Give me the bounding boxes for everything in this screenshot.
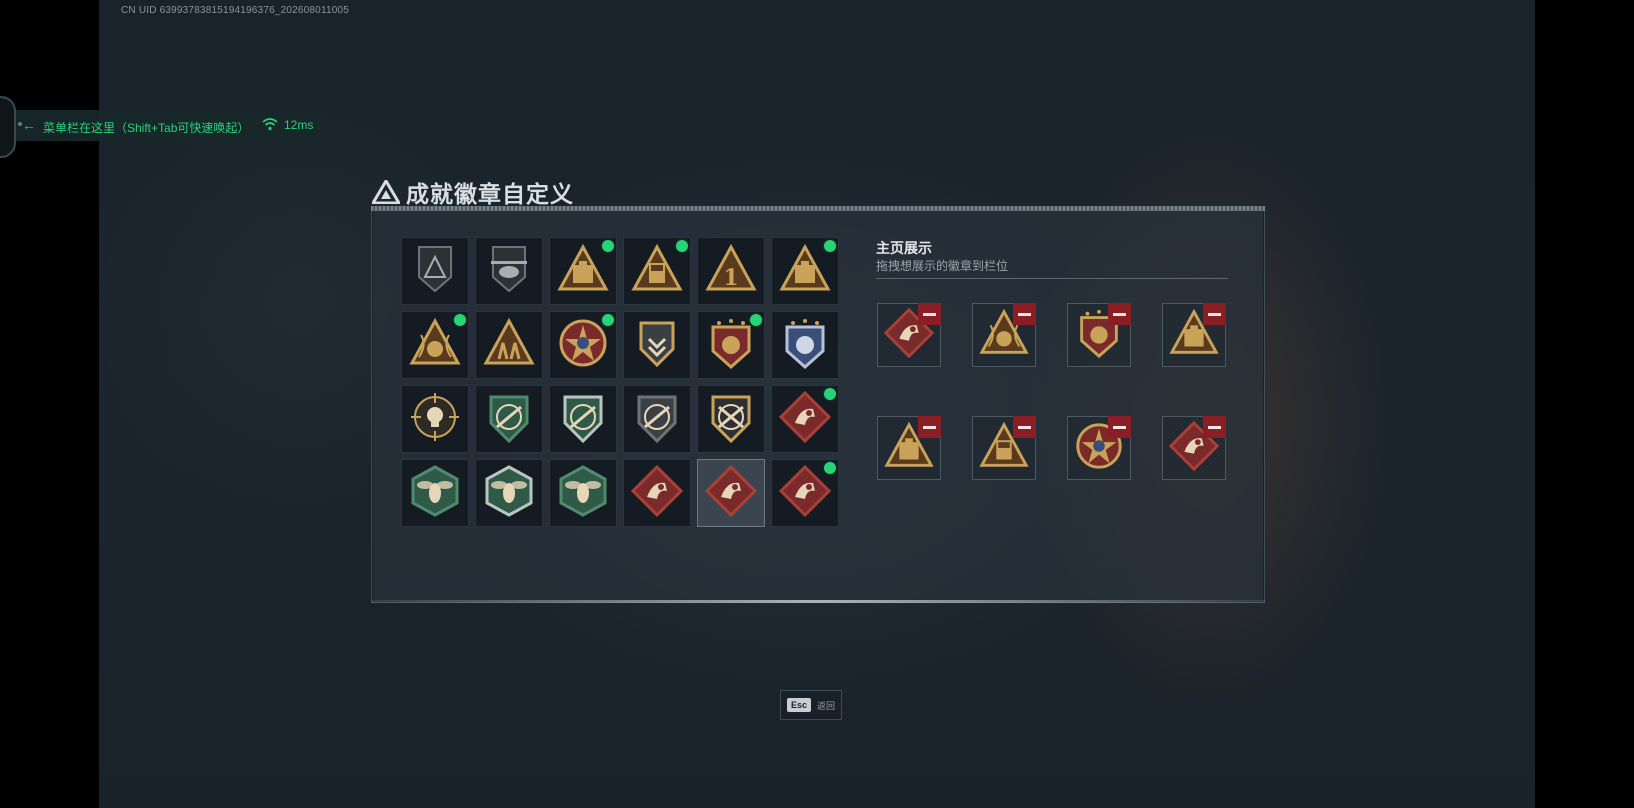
gold-triangle-soldiers-badge-icon <box>481 315 537 376</box>
showcase-slot[interactable] <box>1067 303 1131 367</box>
uid-text: CN UID 6399378381519419637​6_20260801100… <box>121 5 350 16</box>
red-diamond-dragon-selected-badge-icon <box>703 463 759 524</box>
badge-cell[interactable] <box>401 385 469 453</box>
new-badge-dot-icon <box>454 314 466 326</box>
badge-cell[interactable] <box>771 311 839 379</box>
gold-shield-chevron-badge-icon <box>629 315 685 376</box>
remove-badge-button[interactable] <box>1108 303 1131 325</box>
badge-cell[interactable] <box>475 459 543 527</box>
badge-cell[interactable] <box>697 459 765 527</box>
badge-cell[interactable] <box>623 237 691 305</box>
red-diamond-dragon-badge-icon <box>629 463 685 524</box>
green-hex-drone-badge-icon <box>555 463 611 524</box>
panel-bottom-border <box>371 600 1265 603</box>
green-shield-rifle-silver-badge-icon <box>555 389 611 450</box>
minus-icon <box>1208 425 1221 429</box>
remove-badge-button[interactable] <box>918 303 941 325</box>
page-header: 成就徽章自定义 <box>372 175 574 209</box>
back-label: 返回 <box>817 700 836 711</box>
remove-badge-button[interactable] <box>1108 416 1131 438</box>
new-badge-dot-icon <box>602 314 614 326</box>
showcase-title: 主页展示 <box>876 240 932 256</box>
gold-triangle-number-one-badge-icon: 1 <box>703 241 759 302</box>
remove-badge-button[interactable] <box>918 416 941 438</box>
minus-icon <box>1208 312 1221 316</box>
esc-key-icon: Esc <box>786 698 811 712</box>
showcase-slot[interactable] <box>1162 303 1226 367</box>
green-hex-wasp-silver-badge-icon <box>481 463 537 524</box>
gray-shield-rifle-badge-icon <box>629 389 685 450</box>
minus-icon <box>1018 425 1031 429</box>
badge-cell[interactable] <box>771 459 839 527</box>
blue-crest-lion-badge-icon <box>777 315 833 376</box>
showcase-slot[interactable] <box>1067 416 1131 480</box>
badge-cell[interactable] <box>771 237 839 305</box>
new-badge-dot-icon <box>824 388 836 400</box>
showcase-slot[interactable] <box>877 303 941 367</box>
menu-hint-text[interactable]: 菜单栏在这里（Shift+Tab可快速唤起） <box>43 119 249 136</box>
overlay-handle[interactable] <box>0 96 16 158</box>
arrow-left-icon[interactable]: ← <box>22 117 36 133</box>
minus-icon <box>923 312 936 316</box>
green-hex-wasp-badge-icon <box>407 463 463 524</box>
gray-triangle-shield-badge-icon <box>407 241 463 302</box>
badge-cell[interactable] <box>697 385 765 453</box>
ping-value: 12ms <box>284 118 314 132</box>
showcase-slot[interactable] <box>1162 416 1226 480</box>
remove-badge-button[interactable] <box>1013 416 1036 438</box>
badge-cell[interactable] <box>401 237 469 305</box>
badge-cell[interactable] <box>623 459 691 527</box>
panel-top-border <box>371 206 1265 211</box>
showcase-slot[interactable] <box>972 303 1036 367</box>
badge-cell[interactable] <box>549 385 617 453</box>
delta-logo-icon <box>372 180 400 204</box>
minus-icon <box>1113 312 1126 316</box>
new-badge-dot-icon <box>824 240 836 252</box>
badge-cell[interactable] <box>697 311 765 379</box>
badge-cell[interactable] <box>475 385 543 453</box>
badge-cell[interactable] <box>771 385 839 453</box>
new-badge-dot-icon <box>602 240 614 252</box>
remove-badge-button[interactable] <box>1203 416 1226 438</box>
back-button[interactable]: Esc 返回 <box>780 690 842 720</box>
badge-cell[interactable] <box>623 385 691 453</box>
minus-icon <box>923 425 936 429</box>
badge-cell[interactable] <box>401 459 469 527</box>
svg-text:1: 1 <box>723 265 738 291</box>
showcase-slot[interactable] <box>972 416 1036 480</box>
badge-cell[interactable] <box>623 311 691 379</box>
badge-cell[interactable] <box>549 459 617 527</box>
minus-icon <box>1018 312 1031 316</box>
badge-cell[interactable] <box>549 311 617 379</box>
remove-badge-button[interactable] <box>1203 303 1226 325</box>
helicopter-badge-icon <box>481 241 537 302</box>
new-badge-dot-icon <box>750 314 762 326</box>
badge-cell[interactable] <box>475 237 543 305</box>
showcase-divider <box>876 278 1228 279</box>
badge-cell[interactable] <box>549 237 617 305</box>
skull-crosshair-badge-icon <box>407 389 463 450</box>
green-shield-rifle-badge-icon <box>481 389 537 450</box>
new-badge-dot-icon <box>824 462 836 474</box>
minus-icon <box>1113 425 1126 429</box>
showcase-subtitle: 拖拽想展示的徽章到栏位 <box>876 259 1009 273</box>
page-title: 成就徽章自定义 <box>406 181 574 207</box>
showcase-slot[interactable] <box>877 416 941 480</box>
remove-badge-button[interactable] <box>1013 303 1036 325</box>
badge-cell[interactable]: 1 <box>697 237 765 305</box>
badge-cell[interactable] <box>401 311 469 379</box>
badge-cell[interactable] <box>475 311 543 379</box>
wifi-icon <box>262 118 278 131</box>
gold-shield-rifles-crossed-badge-icon <box>703 389 759 450</box>
new-badge-dot-icon <box>676 240 688 252</box>
